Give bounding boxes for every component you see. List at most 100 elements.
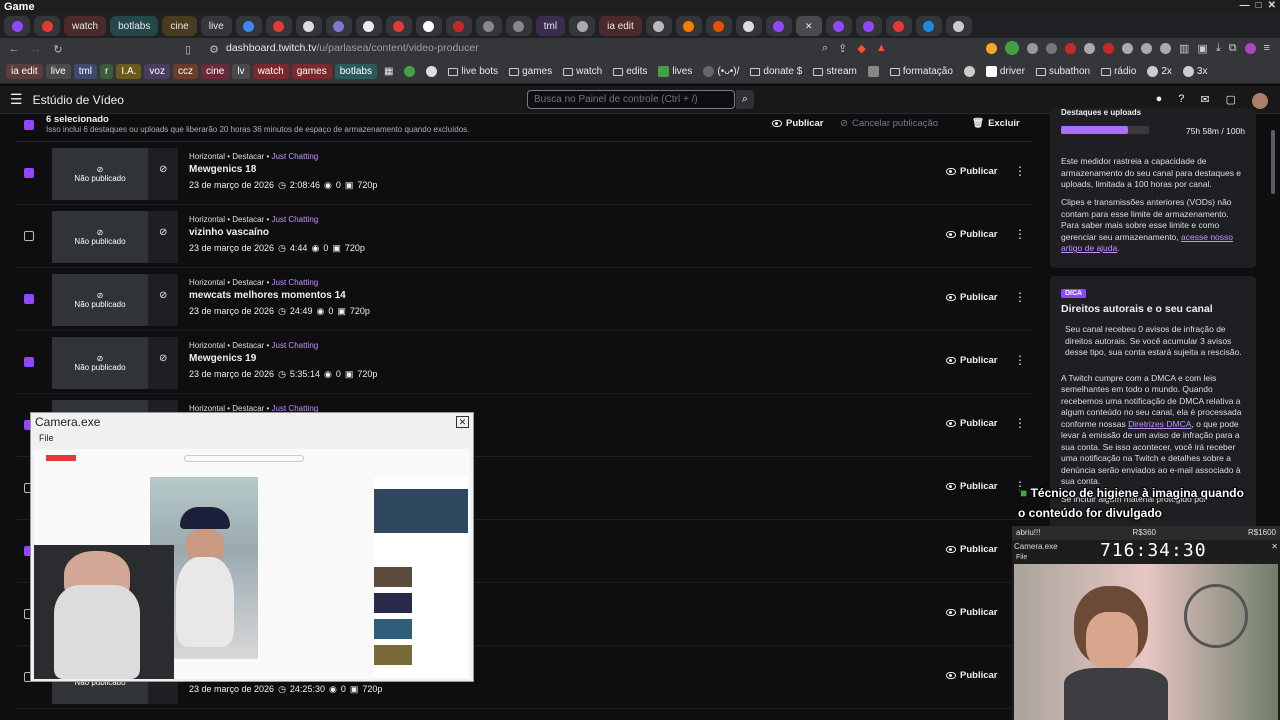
extension-icon[interactable] bbox=[986, 42, 997, 54]
tab-icon-1[interactable] bbox=[4, 16, 30, 36]
camera-close-icon[interactable]: ✕ bbox=[456, 416, 469, 428]
extension-icon[interactable] bbox=[1027, 42, 1038, 54]
hamburger-menu-icon[interactable]: ☰ bbox=[10, 91, 23, 108]
camera-file-menu[interactable]: File bbox=[39, 433, 54, 443]
more-options-icon[interactable]: ⋮ bbox=[1014, 290, 1026, 304]
apps-grid-icon[interactable]: ▦ bbox=[380, 66, 397, 77]
bookmark-icon[interactable] bbox=[400, 66, 419, 77]
video-thumbnail[interactable]: ⊘Não publicado bbox=[52, 148, 148, 200]
extension-icon[interactable] bbox=[1141, 42, 1152, 54]
tab-google[interactable] bbox=[235, 16, 262, 36]
bookmark-chip[interactable]: I.A. bbox=[116, 64, 142, 79]
tab-11[interactable] bbox=[569, 16, 596, 36]
minimize-icon[interactable]: — bbox=[1240, 0, 1250, 11]
notifications-icon[interactable]: ▢ bbox=[1226, 93, 1236, 109]
row-checkbox[interactable] bbox=[24, 168, 34, 178]
tab-17[interactable] bbox=[825, 16, 852, 36]
search-button[interactable]: ⌕ bbox=[736, 90, 754, 109]
video-title[interactable]: mewcats melhores momentos 14 bbox=[189, 290, 346, 301]
bookmark-chip[interactable]: r bbox=[100, 64, 114, 79]
video-thumbnail[interactable]: ⊘Não publicado bbox=[52, 337, 148, 389]
bookmark-chip[interactable]: ia edit bbox=[6, 64, 43, 79]
sidebar-icon[interactable]: ▥ bbox=[1179, 42, 1189, 55]
video-title[interactable]: Mewgenics 19 bbox=[189, 353, 256, 364]
tab-group-live[interactable]: live bbox=[200, 16, 232, 36]
more-options-icon[interactable]: ⋮ bbox=[1014, 353, 1026, 367]
tab-20[interactable] bbox=[915, 16, 942, 36]
tab-14[interactable] bbox=[705, 16, 732, 36]
live-icon[interactable]: ● bbox=[1156, 93, 1163, 109]
bookmark-icon[interactable] bbox=[960, 66, 979, 77]
tab-19[interactable] bbox=[885, 16, 912, 36]
category-link[interactable]: Just Chatting bbox=[272, 152, 319, 161]
bookmark-folder-games[interactable]: games bbox=[505, 66, 556, 77]
tab-group-botlabs[interactable]: botlabs bbox=[110, 16, 159, 36]
publish-button[interactable]: Publicar bbox=[946, 229, 998, 240]
share-icon[interactable]: ⇪ bbox=[838, 42, 847, 55]
bookmark-chip[interactable]: cine bbox=[200, 64, 230, 79]
category-link[interactable]: Just Chatting bbox=[272, 341, 319, 350]
tab-group-tml[interactable]: tml bbox=[535, 16, 566, 36]
bookmark-folder-radio[interactable]: rádio bbox=[1097, 66, 1140, 77]
more-options-icon[interactable]: ⋮ bbox=[1014, 164, 1026, 178]
bookmark-chip[interactable]: tml bbox=[73, 64, 98, 79]
publish-button[interactable]: Publicar bbox=[946, 544, 998, 555]
video-thumbnail[interactable]: ⊘Não publicado bbox=[52, 274, 148, 326]
bookmark-3x[interactable]: 3x bbox=[1179, 66, 1212, 77]
row-checkbox[interactable] bbox=[24, 294, 34, 304]
tab-icon-2[interactable] bbox=[34, 16, 60, 36]
bookmark-folder-edits[interactable]: edits bbox=[609, 66, 651, 77]
bulk-publish-button[interactable]: Publicar bbox=[772, 118, 824, 129]
publish-button[interactable]: Publicar bbox=[946, 607, 998, 618]
video-title[interactable]: vizinho vascaíno bbox=[189, 227, 269, 238]
page-scrollbar[interactable] bbox=[1271, 130, 1275, 194]
dashboard-search-input[interactable] bbox=[527, 90, 735, 109]
rewards-icon[interactable]: ▲ bbox=[876, 42, 887, 55]
bookmark-icon[interactable] bbox=[864, 66, 883, 77]
camera2-close-icon[interactable]: ✕ bbox=[1271, 542, 1278, 551]
category-link[interactable]: Just Chatting bbox=[272, 215, 319, 224]
tab-group-watch[interactable]: watch bbox=[64, 16, 107, 36]
bookmark-icon[interactable]: ▯ bbox=[180, 43, 196, 56]
tab-9[interactable] bbox=[475, 16, 502, 36]
tab-5[interactable] bbox=[355, 16, 382, 36]
tab-21[interactable] bbox=[945, 16, 972, 36]
bookmark-icon[interactable] bbox=[422, 66, 441, 77]
tab-13[interactable] bbox=[675, 16, 702, 36]
tab-15[interactable] bbox=[735, 16, 762, 36]
bookmark-chip[interactable]: voz bbox=[144, 64, 170, 79]
brave-shield-icon[interactable]: ◆ bbox=[857, 42, 865, 55]
maximize-icon[interactable]: □ bbox=[1256, 0, 1262, 11]
tab-18[interactable] bbox=[855, 16, 882, 36]
category-link[interactable]: Just Chatting bbox=[272, 278, 319, 287]
bookmark-chip[interactable]: lv bbox=[232, 64, 250, 79]
extension-icon[interactable] bbox=[1084, 42, 1095, 54]
forward-icon[interactable]: → bbox=[28, 43, 44, 55]
extension-icon[interactable] bbox=[1065, 42, 1076, 54]
avatar[interactable] bbox=[1252, 93, 1268, 109]
bookmark-2x[interactable]: 2x bbox=[1143, 66, 1176, 77]
publish-button[interactable]: Publicar bbox=[946, 292, 998, 303]
extension-icon[interactable] bbox=[1103, 42, 1114, 54]
tab-16[interactable] bbox=[765, 16, 792, 36]
site-info-icon[interactable]: ⚙ bbox=[206, 43, 222, 56]
row-checkbox[interactable] bbox=[24, 357, 34, 367]
select-all-checkbox[interactable] bbox=[24, 120, 34, 130]
bookmark-emoticon[interactable]: (•ᴗ•)/ bbox=[699, 66, 743, 77]
bookmark-folder-subathon[interactable]: subathon bbox=[1032, 66, 1094, 77]
bookmark-folder-formatacao[interactable]: formatação bbox=[886, 66, 957, 77]
extension-badge-icon[interactable] bbox=[1005, 41, 1019, 55]
extension-icon[interactable] bbox=[1160, 42, 1171, 54]
bookmark-chip[interactable]: botlabs bbox=[334, 64, 377, 79]
menu-icon[interactable]: ≡ bbox=[1264, 42, 1270, 54]
url-field[interactable]: dashboard.twitch.tv/u/parlasea/content/v… bbox=[226, 42, 479, 54]
publish-button[interactable]: Publicar bbox=[946, 481, 998, 492]
bookmark-chip[interactable]: ccz bbox=[172, 64, 198, 79]
zoom-icon[interactable]: ⌕ bbox=[822, 42, 828, 55]
bookmark-chip[interactable]: watch bbox=[252, 64, 289, 79]
bookmark-lives[interactable]: lives bbox=[654, 66, 696, 77]
tab-group-cine[interactable]: cine bbox=[162, 16, 197, 36]
cancel-publish-button[interactable]: ⊘ Cancelar publicação bbox=[840, 118, 938, 129]
video-thumbnail[interactable]: ⊘Não publicado bbox=[52, 211, 148, 263]
tab-6[interactable] bbox=[385, 16, 412, 36]
